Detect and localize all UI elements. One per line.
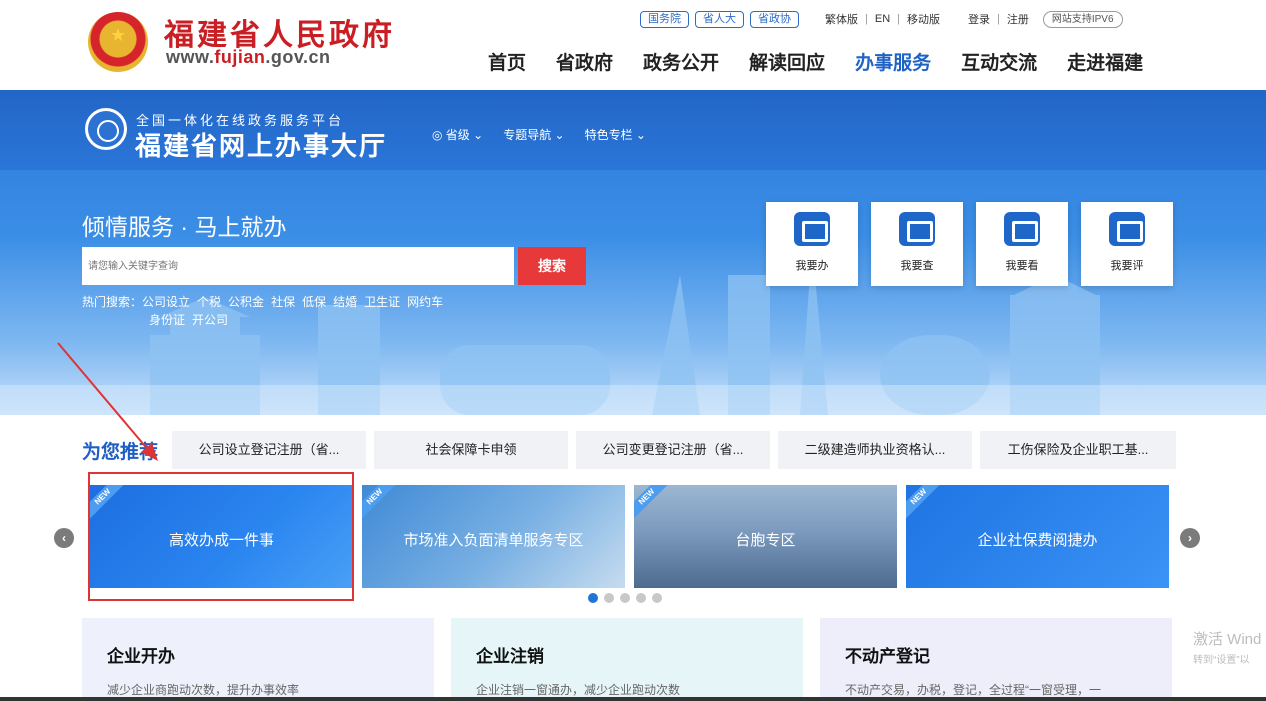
new-ribbon: NEW [906, 485, 946, 524]
new-ribbon: NEW [634, 485, 674, 524]
search-input[interactable] [82, 247, 514, 285]
carousel-dot[interactable] [588, 593, 598, 603]
tile-label: 我要办 [795, 260, 829, 272]
carousel-next-icon[interactable]: › [1180, 528, 1200, 548]
banner-taiwan-compatriots[interactable]: NEW 台胞专区 [634, 485, 897, 588]
separator: | [997, 13, 1000, 25]
ipv6-badge: 网站支持IPV6 [1042, 10, 1123, 28]
tile-evaluate[interactable]: 我要评 [1081, 202, 1173, 286]
tile-label: 我要看 [1005, 260, 1039, 272]
tile-query[interactable]: 我要查 [871, 202, 963, 286]
tile-view[interactable]: 我要看 [976, 202, 1068, 286]
page: ★ 福建省人民政府 www.fujian.gov.cn 国务院 省人大 省政协 … [0, 0, 1266, 701]
nav-services[interactable]: 办事服务 [855, 48, 931, 75]
link-traditional[interactable]: 繁体版 [825, 11, 858, 27]
card-title: 企业注销 [476, 647, 544, 666]
link-mobile[interactable]: 移动版 [907, 11, 940, 27]
card-desc: 不动产交易，办税，登记，全过程“一窗受理，一 [845, 683, 1101, 697]
hot-search-label: 热门搜索： [82, 295, 143, 309]
recommend-item[interactable]: 社会保障卡申领 [374, 431, 568, 469]
view-icon [1004, 212, 1040, 246]
separator: | [897, 13, 900, 25]
hot-keyword[interactable]: 公司设立 [142, 295, 190, 309]
hot-keyword[interactable]: 个税 [197, 295, 221, 309]
banner-label: 企业社保费阅捷办 [977, 532, 1098, 549]
tile-label: 我要评 [1110, 260, 1144, 272]
hot-search: 热门搜索：公司设立 个税 公积金 社保 低保 结婚 卫生证 网约车 身份证 开公司 [82, 293, 552, 329]
carousel-dot[interactable] [652, 593, 662, 603]
hot-keyword[interactable]: 开公司 [192, 313, 228, 327]
nav-province-gov[interactable]: 省政府 [556, 48, 613, 75]
annotation-highlight-box [88, 472, 354, 601]
hall-title[interactable]: 福建省网上办事大厅 [135, 126, 387, 163]
recommend-list: 公司设立登记注册（省... 社会保障卡申领 公司变更登记注册（省... 二级建造… [172, 431, 1176, 469]
link-english[interactable]: EN [875, 13, 890, 25]
hero-slogan: 倾情服务 · 马上就办 [82, 214, 287, 240]
carousel-dot[interactable] [620, 593, 630, 603]
region-selector[interactable]: ◎ 省级 ⌄ [432, 126, 483, 143]
banner-label: 台胞专区 [735, 532, 796, 549]
nav-about-fujian[interactable]: 走进福建 [1067, 48, 1143, 75]
window-bottom-edge [0, 697, 1266, 701]
recommend-item[interactable]: 公司设立登记注册（省... [172, 431, 366, 469]
hot-keyword[interactable]: 卫生证 [364, 295, 400, 309]
login-link[interactable]: 登录 [968, 11, 990, 27]
carousel-dot[interactable] [636, 593, 646, 603]
hot-keyword[interactable]: 社保 [271, 295, 295, 309]
top-header: ★ 福建省人民政府 www.fujian.gov.cn 国务院 省人大 省政协 … [0, 0, 1266, 90]
card-real-estate-registration[interactable]: 不动产登记 不动产交易，办税，登记，全过程“一窗受理，一 [820, 618, 1172, 701]
recommend-title: 为您推荐 [82, 442, 159, 463]
register-link[interactable]: 注册 [1007, 11, 1029, 27]
link-provincial-cppcc[interactable]: 省政协 [750, 10, 799, 28]
card-business-setup[interactable]: 企业开办 减少企业商跑动次数，提升办事效率 [82, 618, 434, 701]
tile-handle[interactable]: 我要办 [766, 202, 858, 286]
carousel-prev-icon[interactable]: ‹ [54, 528, 74, 548]
quick-service-tiles: 我要办 我要查 我要看 我要评 [766, 202, 1173, 286]
card-title: 企业开办 [107, 647, 175, 666]
card-desc: 企业注销一窗通办，减少企业跑动次数 [476, 683, 681, 697]
nav-home[interactable]: 首页 [488, 48, 526, 75]
region-nav: ◎ 省级 ⌄ 专题导航 ⌄ 特色专栏 ⌄ [432, 126, 666, 143]
separator: | [865, 13, 868, 25]
tile-label: 我要查 [900, 260, 934, 272]
carousel-dot[interactable] [604, 593, 614, 603]
topic-nav-dropdown[interactable]: 专题导航 ⌄ [503, 126, 564, 143]
nav-interpretation[interactable]: 解读回应 [749, 48, 825, 75]
carousel-dots [588, 593, 668, 603]
main-nav: 首页 省政府 政务公开 解读回应 办事服务 互动交流 走进福建 [488, 48, 1143, 75]
comment-icon [1109, 212, 1145, 246]
card-title: 不动产登记 [845, 647, 930, 666]
hero-banner: 全国一体化在线政务服务平台 福建省网上办事大厅 ◎ 省级 ⌄ 专题导航 ⌄ 特色… [0, 90, 1266, 415]
banner-market-access[interactable]: NEW 市场准入负面清单服务专区 [362, 485, 625, 588]
recommend-item[interactable]: 工伤保险及企业职工基... [980, 431, 1176, 469]
recommend-item[interactable]: 公司变更登记注册（省... [576, 431, 770, 469]
card-desc: 减少企业商跑动次数，提升办事效率 [107, 683, 300, 697]
national-emblem-icon: ★ [88, 12, 148, 72]
hot-keyword[interactable]: 公积金 [228, 295, 264, 309]
hot-keyword[interactable]: 网约车 [407, 295, 443, 309]
search-screen-icon [899, 212, 935, 246]
special-column-dropdown[interactable]: 特色专栏 ⌄ [585, 126, 646, 143]
card-business-deregistration[interactable]: 企业注销 企业注销一窗通办，减少企业跑动次数 [451, 618, 803, 701]
link-provincial-congress[interactable]: 省人大 [695, 10, 744, 28]
clipboard-icon [794, 212, 830, 246]
hall-logo-icon [85, 108, 127, 150]
search-button[interactable]: 搜索 [518, 247, 586, 285]
utility-bar: 国务院 省人大 省政协 繁体版 | EN | 移动版 登录 | 注册 网站支持I… [640, 10, 1123, 28]
link-state-council[interactable]: 国务院 [640, 10, 689, 28]
recommend-item[interactable]: 二级建造师执业资格认... [778, 431, 972, 469]
nav-gov-affairs[interactable]: 政务公开 [643, 48, 719, 75]
hot-keyword[interactable]: 身份证 [149, 313, 185, 327]
windows-activation-watermark: 激活 Wind 转到“设置”以 [1193, 631, 1262, 666]
site-url: www.fujian.gov.cn [166, 47, 331, 67]
nav-interaction[interactable]: 互动交流 [961, 48, 1037, 75]
service-cards: 企业开办 减少企业商跑动次数，提升办事效率 企业注销 企业注销一窗通办，减少企业… [82, 618, 1172, 701]
banner-social-security-fee[interactable]: NEW 企业社保费阅捷办 [906, 485, 1169, 588]
hot-keyword[interactable]: 低保 [302, 295, 326, 309]
banner-label: 市场准入负面清单服务专区 [403, 532, 584, 549]
new-ribbon: NEW [362, 485, 402, 524]
hot-keyword[interactable]: 结婚 [333, 295, 357, 309]
